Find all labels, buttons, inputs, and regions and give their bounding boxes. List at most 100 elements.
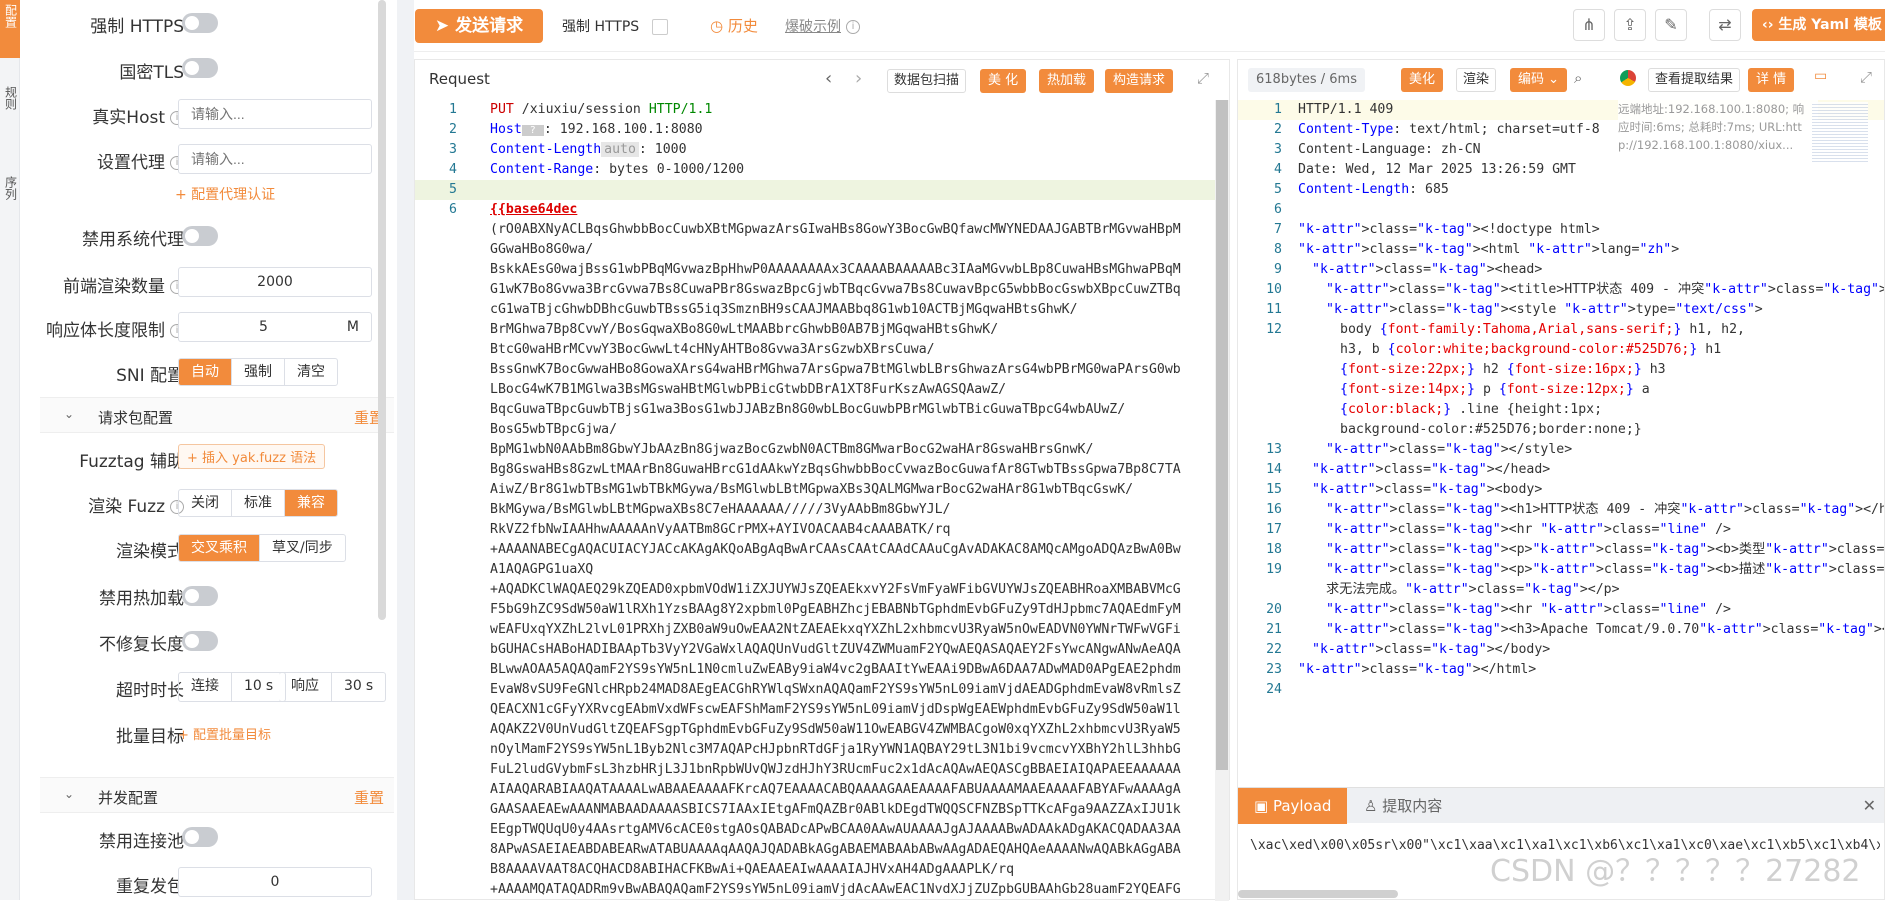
reset-link[interactable]: 重置 [354, 787, 384, 808]
request-code-editor[interactable]: 1 PUT /xiuxiu/session HTTP/1.1 2 Host ? : 1… [415, 100, 1215, 901]
disable-sys-proxy-switch[interactable] [182, 226, 218, 246]
request-title: Request [429, 70, 490, 88]
concurrency-section[interactable]: ⌄ 并发配置 重置 [40, 777, 394, 813]
render-fuzz-compat[interactable]: 兼容 [285, 490, 337, 516]
export-icon[interactable]: ⇪ [1614, 9, 1646, 41]
code-line: BLwwAOAA5AQAQamF2YS9sYW5nL1N0cmluZwEABy9… [415, 660, 1215, 680]
payload-scrollbar[interactable] [1238, 890, 1398, 898]
resp-limit-unit: M [346, 319, 359, 335]
code-line: BskkAEsG0wajBssG1wbPBqMGvwazBpHhwP0AAAAA… [415, 260, 1215, 280]
response-line: {font-size:14px;} p {font-size:12px;} a [1238, 380, 1884, 400]
rail-tab-sequence[interactable]: 序列 [0, 176, 20, 226]
resp-limit-label: 响应体长度限制 i [46, 316, 184, 341]
history-button[interactable]: ◷ 历史 [710, 15, 758, 36]
line-content: BkMGywa/BsMGlwbLBtMGpwaXBs8C7eHAAAAAA///… [490, 502, 951, 517]
line-content: +AQADKClWAQAEQ29kZQEAD0xpbmVOdW1iZXJUYWJ… [490, 582, 1181, 597]
edit-icon[interactable]: ✎ [1655, 9, 1687, 41]
request-config-section[interactable]: ⌄ 请求包配置 重置 [40, 397, 394, 433]
chevron-left-icon[interactable]: ‹ [825, 68, 832, 89]
line-content: "k-attr">class="k-tag"><p>"k-attr">class… [1326, 542, 1884, 557]
sni-auto[interactable]: 自动 [179, 359, 232, 385]
packet-scan-button[interactable]: 数据包扫描 [887, 69, 967, 93]
hot-reload-button[interactable]: 热加载 [1039, 69, 1095, 93]
render-mode-selector[interactable]: 交叉乘积 草叉/同步 [178, 534, 346, 562]
example-link[interactable]: 爆破示例 i [785, 16, 860, 36]
sni-force[interactable]: 强制 [232, 359, 285, 385]
line-content: 8APwASAEIAEABDABEARwATABUAAAAqAAQAJQADAB… [490, 842, 1181, 857]
batch-target-link[interactable]: + 配置批量目标 [178, 724, 271, 743]
line-content: +AAAAMQATAQADRm9vBwABAQAQamF2YS9sYW5nL09… [490, 882, 1181, 897]
render-button[interactable]: 渲染 [1456, 68, 1497, 92]
response-code-viewer[interactable]: 1 HTTP/1.1 409 2 Content-Type: text/html; c… [1238, 100, 1884, 780]
proxy-input[interactable] [178, 144, 372, 174]
response-line: 16 "k-attr">class="k-tag"><h1>HTTP状态 409 … [1238, 500, 1884, 520]
panel-divider[interactable] [397, 0, 414, 900]
rail-tab-rules[interactable]: 规则 [0, 86, 20, 136]
details-button[interactable]: 详 情 [1748, 68, 1795, 92]
connect-value[interactable]: 10 [232, 673, 264, 701]
sni-selector[interactable]: 自动 强制 清空 [178, 358, 338, 386]
timeout-respond[interactable]: 响应 30 s [279, 672, 387, 702]
force-https-top-label: 强制 HTTPS [562, 19, 640, 35]
line-content: {font-size:14px;} p {font-size:12px;} a [1340, 382, 1650, 397]
sni-clear[interactable]: 清空 [285, 359, 337, 385]
view-extract-button[interactable]: 查看提取结果 [1648, 68, 1741, 92]
search-icon[interactable]: ⌕ [1574, 69, 1582, 87]
code-line: EEgpTWQUqU0y4AAsrtgAMV6cACE0stgAOsQABADc… [415, 820, 1215, 840]
build-request-button[interactable]: 构造请求 [1105, 69, 1174, 93]
response-line: 9 "k-attr">class="k-tag"><head> [1238, 260, 1884, 280]
force-https-top[interactable]: 强制 HTTPS [562, 16, 668, 36]
render-fuzz-standard[interactable]: 标准 [232, 490, 285, 516]
fuzztag-insert-button[interactable]: + 插入 yak.fuzz 语法 [178, 444, 326, 469]
line-number: 21 [1266, 622, 1282, 637]
beautify-button[interactable]: 美 化 [980, 69, 1027, 93]
render-fuzz-selector[interactable]: 关闭 标准 兼容 [178, 489, 338, 517]
real-host-input[interactable] [178, 99, 372, 129]
swap-icon[interactable]: ⇄ [1709, 9, 1741, 41]
render-mode-sync[interactable]: 草叉/同步 [260, 535, 345, 561]
resp-limit-input[interactable]: 5M [178, 312, 372, 342]
response-line: 17 "k-attr">class="k-tag"><hr "k-attr">cl… [1238, 520, 1884, 540]
disable-hot-switch[interactable] [182, 586, 218, 606]
send-request-button[interactable]: ➤ 发送请求 [415, 9, 543, 43]
generate-yaml-button[interactable]: ‹› 生成 Yaml 模板 [1752, 9, 1885, 41]
line-content: AQAKZ2V0UnVudGltZQEAFSgpTGphdmEvbGFuZy9S… [490, 722, 1181, 737]
force-https-switch[interactable] [182, 13, 218, 33]
fullscreen-icon[interactable]: ⤢ [1197, 69, 1209, 87]
request-scrollbar[interactable] [1215, 100, 1229, 901]
line-content: A1AQAGPG1uaXQ [490, 562, 594, 577]
no-fix-length-switch[interactable] [182, 631, 218, 651]
force-https-checkbox[interactable] [651, 19, 668, 35]
close-icon[interactable]: ✕ [1863, 796, 1876, 815]
gm-tls-switch[interactable] [182, 58, 218, 78]
render-count-input[interactable]: 2000 [178, 267, 372, 297]
resend-input[interactable]: 0 [178, 867, 372, 897]
render-fuzz-off[interactable]: 关闭 [179, 490, 232, 516]
beautify-button[interactable]: 美化 [1401, 68, 1444, 92]
extract-tab[interactable]: ♙ 提取内容 [1348, 788, 1458, 824]
disable-pool-switch[interactable] [182, 827, 218, 847]
minimap[interactable] [1812, 102, 1868, 162]
code-line: 1 PUT /xiuxiu/session HTTP/1.1 [415, 100, 1215, 120]
respond-value[interactable]: 30 [332, 673, 364, 701]
chrome-icon[interactable] [1620, 70, 1636, 86]
encode-dropdown[interactable]: 编码 ⌄ [1510, 68, 1568, 92]
share-icon[interactable]: ⋔ [1573, 9, 1605, 41]
render-mode-cross[interactable]: 交叉乘积 [179, 535, 260, 561]
config-scrollbar[interactable] [378, 0, 386, 620]
rail-tab-config[interactable]: 配置 [0, 0, 20, 58]
render-count-text: 前端渲染数量 [63, 277, 165, 297]
line-content: BskkAEsG0wajBssG1wbPBqMGvwazBpHhwP0AAAAA… [490, 262, 1181, 277]
comment-icon[interactable]: ▭ [1814, 68, 1827, 84]
payload-tab[interactable]: ▣ Payload [1238, 788, 1348, 824]
line-content: RkVZ2fbNwIAAHhwAAAAAnVyAATBm8GCrPMX+AYIV… [490, 522, 951, 537]
timeout-connect[interactable]: 连接 10 s [178, 672, 287, 702]
chevron-right-icon[interactable]: › [855, 68, 862, 89]
line-content: {font-size:22px;} h2 {font-size:16px;} h… [1340, 362, 1666, 377]
line-number: 5 [449, 182, 457, 197]
line-content: "k-attr">class="k-tag"><hr "k-attr">clas… [1326, 522, 1731, 537]
code-line: 4 Content-Range: bytes 0-1000/1200 [415, 160, 1215, 180]
proxy-auth-link[interactable]: + 配置代理认证 [175, 184, 275, 204]
fullscreen-icon[interactable]: ⤢ [1860, 68, 1872, 86]
request-scrollbar-thumb[interactable] [1216, 100, 1228, 770]
